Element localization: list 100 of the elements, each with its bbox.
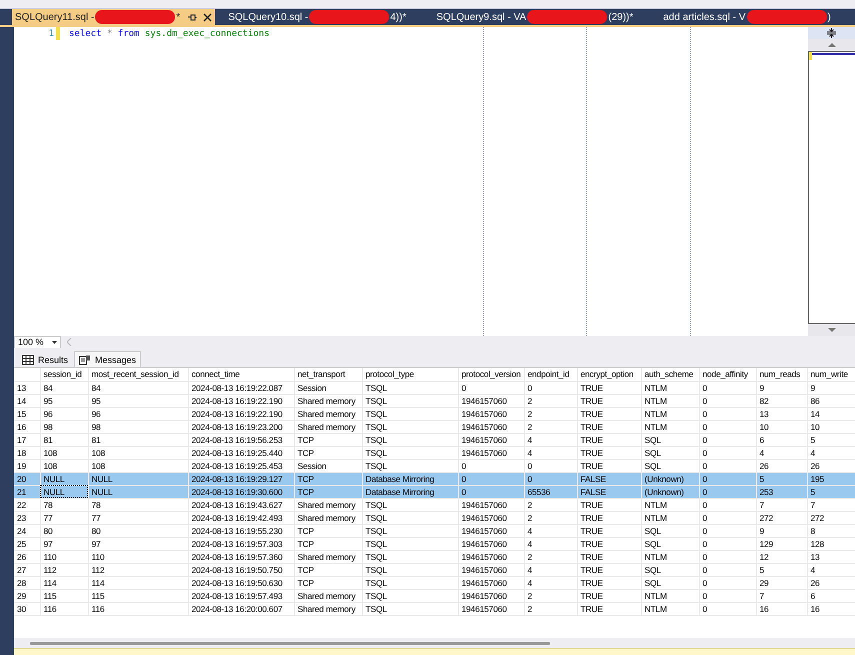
- scroll-map[interactable]: [808, 51, 855, 324]
- table-row[interactable]: 16 98 98 2024-08-13 16:19:23.200 Shared memory TSQL 1946157060 2 TRUE NTLM 0 10 10: [14, 420, 855, 433]
- table-cell: 4: [524, 524, 577, 537]
- table-cell: 2024-08-13 16:19:30.600: [188, 485, 294, 498]
- table-cell: Shared memory: [294, 550, 362, 563]
- row-number: 26: [14, 550, 40, 563]
- table-cell: 108: [40, 459, 88, 472]
- column-header[interactable]: auth_scheme: [641, 368, 699, 381]
- table-row[interactable]: 30 116 116 2024-08-13 16:20:00.607 Shared memory TSQL 1946157060 2 TRUE NTLM 0 16 16: [14, 602, 855, 615]
- table-cell: 2: [524, 420, 577, 433]
- zoom-dropdown[interactable]: 100 %: [14, 336, 61, 348]
- table-cell: 4: [807, 446, 855, 459]
- table-cell: (Unknown): [641, 472, 699, 485]
- table-cell: NTLM: [641, 381, 699, 394]
- document-icon: [79, 354, 92, 364]
- table-row[interactable]: 29 115 115 2024-08-13 16:19:57.493 Shared memory TSQL 1946157060 2 TRUE NTLM 0 7 6: [14, 589, 855, 602]
- column-header[interactable]: endpoint_id: [524, 368, 577, 381]
- scroll-left-icon: [66, 338, 72, 346]
- table-row[interactable]: 15 96 96 2024-08-13 16:19:22.190 Shared memory TSQL 1946157060 2 TRUE NTLM 0 13 14: [14, 407, 855, 420]
- table-cell: TSQL: [362, 550, 458, 563]
- table-cell: TRUE: [577, 446, 641, 459]
- table-cell: 0: [524, 459, 577, 472]
- document-tab[interactable]: SQLQuery10.sql - 4))*: [225, 9, 410, 25]
- table-row[interactable]: 23 77 77 2024-08-13 16:19:42.493 Shared memory TSQL 1946157060 2 TRUE NTLM 0 272 272: [14, 511, 855, 524]
- table-cell: 116: [88, 602, 188, 615]
- table-cell: 1946157060: [458, 511, 524, 524]
- table-cell: TCP: [294, 485, 362, 498]
- table-cell: 5: [807, 485, 855, 498]
- document-tab[interactable]: SQLQuery9.sql - VA (29))*: [433, 9, 636, 25]
- table-cell: 1946157060: [458, 576, 524, 589]
- table-row[interactable]: 21 NULL NULL 2024-08-13 16:19:30.600 TCP Database Mirroring 0 65536 FALSE (Unknown) 0 253 5: [14, 485, 855, 498]
- table-cell: 80: [88, 524, 188, 537]
- table-cell: 4: [524, 537, 577, 550]
- table-row[interactable]: 22 78 78 2024-08-13 16:19:43.627 Shared memory TSQL 1946157060 2 TRUE NTLM 0 7 7: [14, 498, 855, 511]
- table-row[interactable]: 28 114 114 2024-08-13 16:19:50.630 TCP TSQL 1946157060 4 TRUE SQL 0 29 26: [14, 576, 855, 589]
- column-header[interactable]: encrypt_option: [577, 368, 641, 381]
- table-row[interactable]: 17 81 81 2024-08-13 16:19:56.253 TCP TSQL 1946157060 4 TRUE SQL 0 6 5: [14, 433, 855, 446]
- table-cell: 0: [699, 394, 756, 407]
- column-header[interactable]: connect_time: [188, 368, 294, 381]
- table-cell: TRUE: [577, 420, 641, 433]
- table-cell: 195: [807, 472, 855, 485]
- table-row[interactable]: 18 108 108 2024-08-13 16:19:25.440 TCP TSQL 1946157060 4 TRUE SQL 0 4 4: [14, 446, 855, 459]
- table-cell: 97: [88, 537, 188, 550]
- table-cell: 9: [756, 524, 807, 537]
- table-cell: 2024-08-13 16:20:00.607: [188, 602, 294, 615]
- results-tab[interactable]: Messages: [74, 351, 142, 367]
- table-cell: 272: [756, 511, 807, 524]
- table-cell: Shared memory: [294, 511, 362, 524]
- caret-icon: [52, 340, 57, 344]
- column-header[interactable]: protocol_type: [362, 368, 458, 381]
- table-cell: FALSE: [577, 485, 641, 498]
- line-number: 1: [48, 28, 54, 38]
- table-cell: 1946157060: [458, 394, 524, 407]
- table-row[interactable]: 24 80 80 2024-08-13 16:19:55.230 TCP TSQL 1946157060 4 TRUE SQL 0 9 8: [14, 524, 855, 537]
- table-row[interactable]: 19 108 108 2024-08-13 16:19:25.453 Session TSQL 0 0 TRUE SQL 0 26 26: [14, 459, 855, 472]
- table-row[interactable]: 14 95 95 2024-08-13 16:19:22.190 Shared memory TSQL 1946157060 2 TRUE NTLM 0 82 86: [14, 394, 855, 407]
- table-cell: TCP: [294, 433, 362, 446]
- document-tab[interactable]: add articles.sql - V ): [660, 9, 834, 25]
- column-header[interactable]: num_reads: [756, 368, 807, 381]
- document-tab[interactable]: SQLQuery11.sql - *: [12, 9, 216, 25]
- table-cell: 2024-08-13 16:19:23.200: [188, 420, 294, 433]
- table-cell: Shared memory: [294, 589, 362, 602]
- column-header[interactable]: most_recent_session_id: [88, 368, 188, 381]
- table-cell: NTLM: [641, 420, 699, 433]
- table-cell: TCP: [294, 537, 362, 550]
- horizontal-scrollbar[interactable]: [30, 642, 550, 644]
- table-cell: 4: [756, 446, 807, 459]
- column-header[interactable]: session_id: [40, 368, 88, 381]
- table-cell: NTLM: [641, 394, 699, 407]
- table-row[interactable]: 13 84 84 2024-08-13 16:19:22.087 Session TSQL 0 0 TRUE NTLM 0 9 9: [14, 381, 855, 394]
- row-number: 16: [14, 420, 40, 433]
- table-cell: 6: [756, 433, 807, 446]
- table-row[interactable]: 26 110 110 2024-08-13 16:19:57.360 Shared memory TSQL 1946157060 2 TRUE NTLM 0 12 13: [14, 550, 855, 563]
- table-row[interactable]: 25 97 97 2024-08-13 16:19:57.303 TCP TSQL 1946157060 4 TRUE SQL 0 129 128: [14, 537, 855, 550]
- table-cell: NTLM: [641, 589, 699, 602]
- column-header[interactable]: protocol_version: [458, 368, 524, 381]
- row-number: 21: [14, 485, 40, 498]
- table-cell: TSQL: [362, 563, 458, 576]
- table-row[interactable]: 20 NULL NULL 2024-08-13 16:19:29.127 TCP Database Mirroring 0 0 FALSE (Unknown) 0 5 195: [14, 472, 855, 485]
- split-icon: [826, 28, 837, 38]
- column-header[interactable]: node_affinity: [699, 368, 756, 381]
- row-number: 14: [14, 394, 40, 407]
- table-cell: 2: [524, 511, 577, 524]
- table-cell: 7: [756, 589, 807, 602]
- table-cell: 29: [756, 576, 807, 589]
- column-header[interactable]: num_write: [807, 368, 855, 381]
- column-header[interactable]: net_transport: [294, 368, 362, 381]
- table-cell: 1946157060: [458, 589, 524, 602]
- table-cell: Shared memory: [294, 420, 362, 433]
- row-number: 17: [14, 433, 40, 446]
- table-cell: 78: [88, 498, 188, 511]
- table-cell: TSQL: [362, 381, 458, 394]
- table-row[interactable]: 27 112 112 2024-08-13 16:19:50.750 TCP TSQL 1946157060 4 TRUE SQL 0 5 4: [14, 563, 855, 576]
- table-cell: 108: [88, 446, 188, 459]
- table-cell: 0: [699, 576, 756, 589]
- table-cell: NTLM: [641, 550, 699, 563]
- table-cell: 272: [807, 511, 855, 524]
- table-cell: TRUE: [577, 433, 641, 446]
- table-cell: 2024-08-13 16:19:57.303: [188, 537, 294, 550]
- scroll-down-icon: [828, 327, 836, 333]
